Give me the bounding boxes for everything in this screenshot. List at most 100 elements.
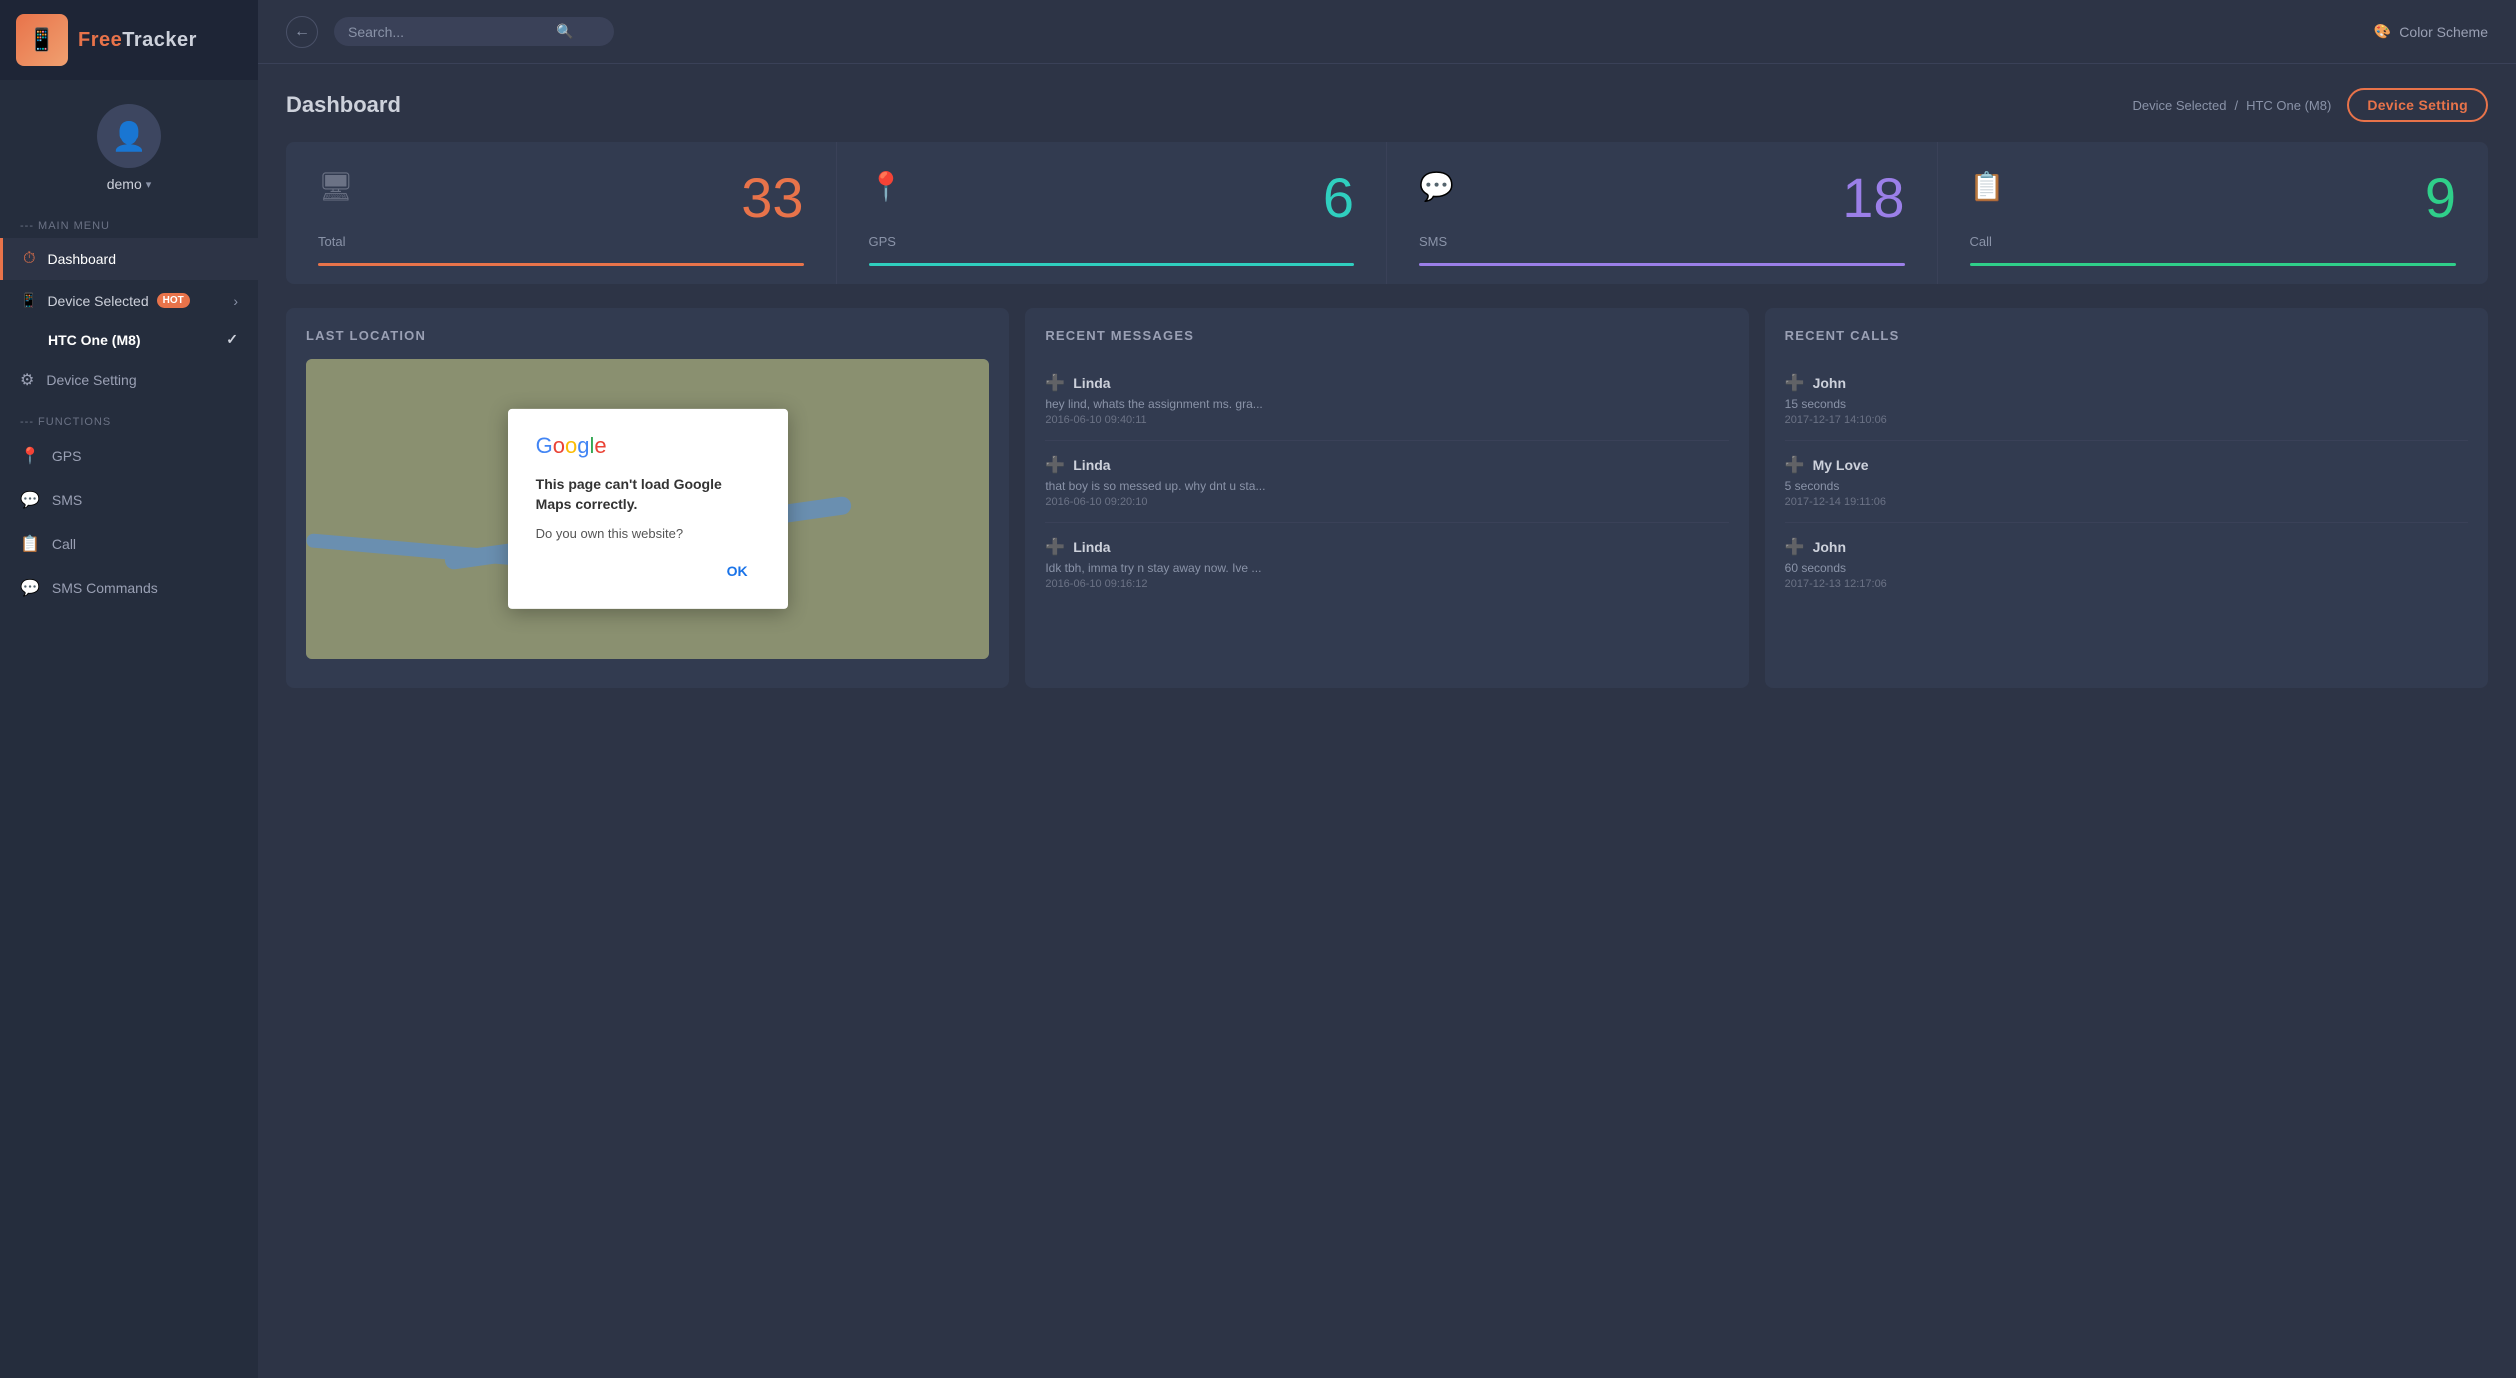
sms-label: SMS — [52, 492, 82, 508]
call-stat-label: Call — [1970, 234, 2457, 249]
sms-stat-icon: 💬 — [1419, 170, 1454, 203]
call-arrow-0: ➕ — [1785, 373, 1805, 393]
sidebar-item-call[interactable]: 📋 Call — [0, 522, 258, 566]
breadcrumb-device-selected: Device Selected — [2133, 98, 2227, 113]
call-duration-0: 15 seconds — [1785, 397, 2468, 411]
gps-bar — [869, 263, 1355, 266]
msg-arrow-1: ➕ — [1045, 455, 1065, 475]
sms-commands-icon: 💬 — [20, 578, 40, 598]
msg-time-2: 2016-06-10 09:16:12 — [1045, 578, 1728, 590]
logo-icon: 📱 — [16, 14, 68, 66]
avatar: 👤 — [97, 104, 161, 168]
caller-name-2: John — [1813, 539, 1846, 555]
call-duration-2: 60 seconds — [1785, 561, 2468, 575]
main-content: ← 🔍 🎨 Color Scheme Dashboard Device Sele… — [258, 0, 2516, 1378]
call-duration-1: 5 seconds — [1785, 479, 2468, 493]
topbar: ← 🔍 🎨 Color Scheme — [258, 0, 2516, 64]
msg-sender-0: ➕ Linda — [1045, 373, 1728, 393]
sidebar: 📱 FreeTracker 👤 demo ▾ --- MAIN MENU ⏱ D… — [0, 0, 258, 1378]
call-icon: 📋 — [20, 534, 40, 554]
msg-name-2: Linda — [1073, 539, 1110, 555]
msg-sender-1: ➕ Linda — [1045, 455, 1728, 475]
user-dropdown-icon: ▾ — [146, 178, 152, 191]
msg-sender-2: ➕ Linda — [1045, 537, 1728, 557]
sidebar-logo: 📱 FreeTracker — [0, 0, 258, 80]
sidebar-item-sms[interactable]: 💬 SMS — [0, 478, 258, 522]
functions-label: --- FUNCTIONS — [0, 402, 258, 434]
panel-recent-messages: RECENT MESSAGES ➕ Linda hey lind, whats … — [1025, 308, 1748, 688]
stat-top-call: 📋 9 — [1970, 170, 2457, 226]
msg-arrow-2: ➕ — [1045, 537, 1065, 557]
search-bar: 🔍 — [334, 17, 614, 46]
call-label: Call — [52, 536, 76, 552]
stat-top-sms: 💬 18 — [1419, 170, 1905, 226]
dashboard-icon: ⏱ — [23, 250, 35, 268]
stat-card-total: 🖥 33 Total — [286, 142, 837, 284]
msg-name-0: Linda — [1073, 375, 1110, 391]
breadcrumb-device-name: HTC One (M8) — [2246, 98, 2331, 113]
logo-text: FreeTracker — [78, 29, 197, 52]
msg-text-0: hey lind, whats the assignment ms. gra..… — [1045, 397, 1728, 411]
gps-value: 6 — [1323, 170, 1354, 226]
breadcrumb-separator: / — [2234, 98, 2238, 113]
recent-messages-title: RECENT MESSAGES — [1045, 328, 1728, 343]
total-icon: 🖥 — [318, 170, 354, 203]
msg-time-0: 2016-06-10 09:40:11 — [1045, 414, 1728, 426]
msg-text-2: Idk tbh, imma try n stay away now. Ive .… — [1045, 561, 1728, 575]
msg-name-1: Linda — [1073, 457, 1110, 473]
sidebar-item-gps[interactable]: 📍 GPS — [0, 434, 258, 478]
gps-label: GPS — [52, 448, 82, 464]
call-time-2: 2017-12-13 12:17:06 — [1785, 578, 2468, 590]
call-time-1: 2017-12-14 19:11:06 — [1785, 496, 2468, 508]
user-name[interactable]: demo ▾ — [107, 176, 152, 192]
sidebar-item-device-setting[interactable]: ⚙ Device Setting — [0, 358, 258, 402]
bottom-row: LAST LOCATION Google This page can't loa… — [286, 308, 2488, 688]
caller-name-1: My Love — [1813, 457, 1869, 473]
google-logo: Google — [536, 433, 760, 459]
color-scheme-button[interactable]: 🎨 Color Scheme — [2374, 23, 2488, 40]
total-value: 33 — [741, 170, 803, 226]
call-arrow-1: ➕ — [1785, 455, 1805, 475]
map-container: Google This page can't load Google Maps … — [306, 359, 989, 659]
sidebar-item-sms-commands[interactable]: 💬 SMS Commands — [0, 566, 258, 610]
device-setting-button[interactable]: Device Setting — [2347, 88, 2488, 122]
dialog-ok-button[interactable]: OK — [715, 557, 760, 585]
call-item-0: ➕ John 15 seconds 2017-12-17 14:10:06 — [1785, 359, 2468, 441]
call-item-1: ➕ My Love 5 seconds 2017-12-14 19:11:06 — [1785, 441, 2468, 523]
page-header: Dashboard Device Selected / HTC One (M8)… — [286, 88, 2488, 122]
sidebar-device-name[interactable]: HTC One (M8) ✓ — [0, 321, 258, 358]
device-setting-icon: ⚙ — [20, 370, 34, 390]
panel-recent-calls: RECENT CALLS ➕ John 15 seconds 2017-12-1… — [1765, 308, 2488, 688]
last-location-title: LAST LOCATION — [306, 328, 989, 343]
total-bar — [318, 263, 804, 266]
call-arrow-2: ➕ — [1785, 537, 1805, 557]
stat-card-call: 📋 9 Call — [1938, 142, 2489, 284]
search-input[interactable] — [348, 24, 548, 40]
message-item-0: ➕ Linda hey lind, whats the assignment m… — [1045, 359, 1728, 441]
device-name-label: HTC One (M8) — [48, 332, 141, 348]
msg-time-1: 2016-06-10 09:20:10 — [1045, 496, 1728, 508]
msg-arrow-0: ➕ — [1045, 373, 1065, 393]
map-error-dialog: Google This page can't load Google Maps … — [508, 409, 788, 609]
sms-stat-label: SMS — [1419, 234, 1905, 249]
call-time-0: 2017-12-17 14:10:06 — [1785, 414, 2468, 426]
gps-stat-icon: 📍 — [869, 170, 904, 203]
header-right: Device Selected / HTC One (M8) Device Se… — [2133, 88, 2489, 122]
logo-free: Free — [78, 29, 122, 51]
color-scheme-icon: 🎨 — [2374, 23, 2391, 40]
sms-bar — [1419, 263, 1905, 266]
stat-card-gps: 📍 6 GPS — [837, 142, 1388, 284]
sidebar-item-device-selected[interactable]: 📱 Device Selected HOT › — [0, 280, 258, 321]
search-icon: 🔍 — [556, 23, 573, 40]
sms-commands-label: SMS Commands — [52, 580, 158, 596]
map-error-question: Do you own this website? — [536, 526, 760, 541]
sidebar-item-dashboard[interactable]: ⏱ Dashboard — [0, 238, 258, 280]
call-item-2: ➕ John 60 seconds 2017-12-13 12:17:06 — [1785, 523, 2468, 604]
device-check-icon: ✓ — [226, 331, 238, 348]
sms-icon: 💬 — [20, 490, 40, 510]
device-selected-icon: 📱 — [20, 292, 37, 309]
call-name-1: ➕ My Love — [1785, 455, 2468, 475]
stat-card-sms: 💬 18 SMS — [1387, 142, 1938, 284]
device-selected-label: Device Selected — [47, 293, 148, 309]
back-button[interactable]: ← — [286, 16, 318, 48]
